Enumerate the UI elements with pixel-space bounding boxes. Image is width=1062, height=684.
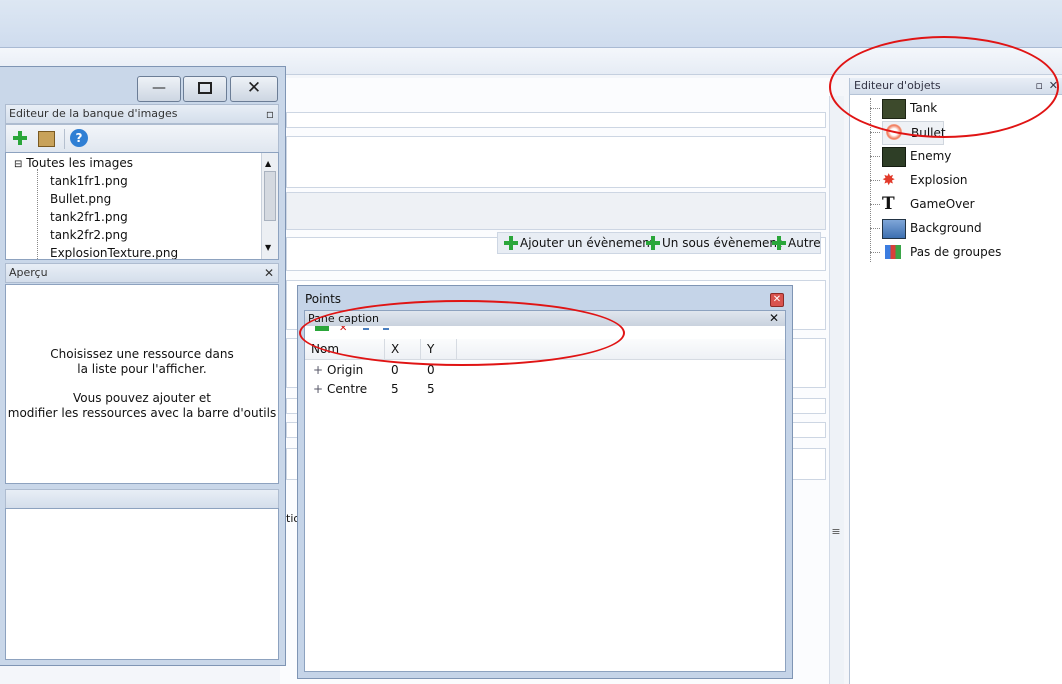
add-icon xyxy=(13,131,29,147)
add-point-icon[interactable] xyxy=(315,326,329,331)
text-object-icon: T xyxy=(882,194,895,214)
image-bank-window: — ✕ Editeur de la banque d'images ▫ ? ⊟ … xyxy=(0,66,286,666)
add-image-button[interactable] xyxy=(13,131,31,147)
list-item[interactable]: Bullet.png xyxy=(50,190,111,208)
dialog-title: Points xyxy=(305,292,342,306)
pane-caption: Pane caption ✕ xyxy=(305,311,785,326)
add-event-button[interactable]: Ajouter un évènement xyxy=(504,234,655,252)
close-icon: ✕ xyxy=(246,78,262,98)
column-header[interactable]: Nom xyxy=(305,339,385,359)
add-icon xyxy=(772,236,786,250)
object-editor-header: Editeur d'objets ▫ ✕ xyxy=(850,78,1062,95)
close-icon[interactable]: ✕ xyxy=(1049,78,1058,94)
tank-icon xyxy=(882,99,906,119)
event-actions-bar: Ajouter un évènement Un sous évènement A… xyxy=(497,232,821,254)
help-icon[interactable]: ? xyxy=(70,129,88,147)
object-item-bullet[interactable]: Bullet xyxy=(882,121,946,145)
minimize-button[interactable]: — xyxy=(137,76,181,102)
tree-branch xyxy=(870,180,880,181)
list-item[interactable]: tank2fr2.png xyxy=(50,226,128,244)
table-row[interactable]: + Centre 5 5 xyxy=(305,380,785,399)
add-icon xyxy=(504,236,518,250)
points-dialog: Points ✕ Pane caption ✕ ✕ Nom X Y + Orig… xyxy=(297,285,793,679)
preview-header: Aperçu ✕ xyxy=(5,263,279,283)
collapse-icon[interactable]: ⊟ xyxy=(14,159,22,170)
list-item[interactable]: tank1fr1.png xyxy=(50,172,128,190)
groups-icon xyxy=(885,245,901,259)
tree-branch xyxy=(870,252,880,253)
move-down-icon[interactable] xyxy=(383,328,389,330)
tree-line xyxy=(37,169,38,259)
image-list: ⊟ Toutes les images tank1fr1.png Bullet.… xyxy=(5,152,279,260)
pane-restore-icon[interactable]: ▫ xyxy=(1036,78,1043,94)
package-icon[interactable] xyxy=(38,131,55,147)
explosion-icon: ✸ xyxy=(882,170,896,189)
empty-pane xyxy=(5,508,279,660)
preview-text-4: modifier les ressources avec la barre d'… xyxy=(7,406,277,420)
pane-restore-icon[interactable]: ▫ xyxy=(266,105,274,123)
move-up-icon[interactable] xyxy=(363,328,369,330)
background-icon xyxy=(882,219,906,239)
table-row[interactable]: + Origin 0 0 xyxy=(305,361,785,380)
event-row[interactable] xyxy=(286,112,826,128)
bullet-icon xyxy=(886,124,902,140)
enemy-tank-icon xyxy=(882,147,906,167)
empty-pane-header xyxy=(5,489,279,509)
tree-branch xyxy=(870,204,880,205)
preview-text-1: Choisissez une ressource dans xyxy=(50,347,234,361)
preview-pane: Choisissez une ressource dans la liste p… xyxy=(5,284,279,484)
toolbar-separator xyxy=(64,129,65,149)
tree-branch xyxy=(870,228,880,229)
scroll-thumb[interactable] xyxy=(264,171,276,221)
tree-branch xyxy=(870,108,880,109)
tree-branch xyxy=(870,156,880,157)
close-icon[interactable]: ✕ xyxy=(770,293,784,307)
column-header[interactable]: Y xyxy=(421,339,457,359)
delete-point-icon[interactable]: ✕ xyxy=(339,326,351,331)
image-bank-toolbar: ? xyxy=(5,124,279,154)
close-icon[interactable]: ✕ xyxy=(264,264,274,282)
list-item[interactable]: tank2fr1.png xyxy=(50,208,128,226)
scroll-down-icon[interactable]: ▼ xyxy=(265,239,271,257)
other-button[interactable]: Autre xyxy=(772,234,821,252)
splitter-grip-icon[interactable]: ≡ xyxy=(831,526,841,538)
tree-branch xyxy=(870,132,880,133)
ribbon-bar xyxy=(0,0,1062,48)
image-bank-header: Editeur de la banque d'images ▫ xyxy=(5,104,279,124)
restore-icon xyxy=(198,82,212,94)
point-icon: + xyxy=(313,363,324,377)
column-header[interactable]: X xyxy=(385,339,421,359)
object-editor: Editeur d'objets ▫ ✕ Tank Bullet Enemy ✸… xyxy=(849,78,1062,684)
restore-button[interactable] xyxy=(183,76,227,102)
points-content: Pane caption ✕ ✕ Nom X Y + Origin 0 0 + … xyxy=(304,310,786,672)
event-scrollbar[interactable] xyxy=(829,96,844,684)
points-table-header: Nom X Y xyxy=(305,339,785,360)
add-icon xyxy=(646,236,660,250)
minimize-icon: — xyxy=(152,80,166,96)
add-sub-event-button[interactable]: Un sous évènement xyxy=(646,234,782,252)
tree-root[interactable]: ⊟ Toutes les images xyxy=(14,154,133,174)
close-icon[interactable]: ✕ xyxy=(769,311,779,326)
list-item[interactable]: ExplosionTexture.png xyxy=(50,244,178,259)
event-row[interactable] xyxy=(286,192,826,230)
image-list-scrollbar[interactable]: ▲ ▼ xyxy=(261,153,278,259)
close-button[interactable]: ✕ xyxy=(230,76,278,102)
preview-text-2: la liste pour l'afficher. xyxy=(77,362,207,376)
event-row[interactable] xyxy=(286,136,826,188)
point-icon: + xyxy=(313,382,324,396)
preview-text-3: Vous pouvez ajouter et xyxy=(72,391,211,405)
